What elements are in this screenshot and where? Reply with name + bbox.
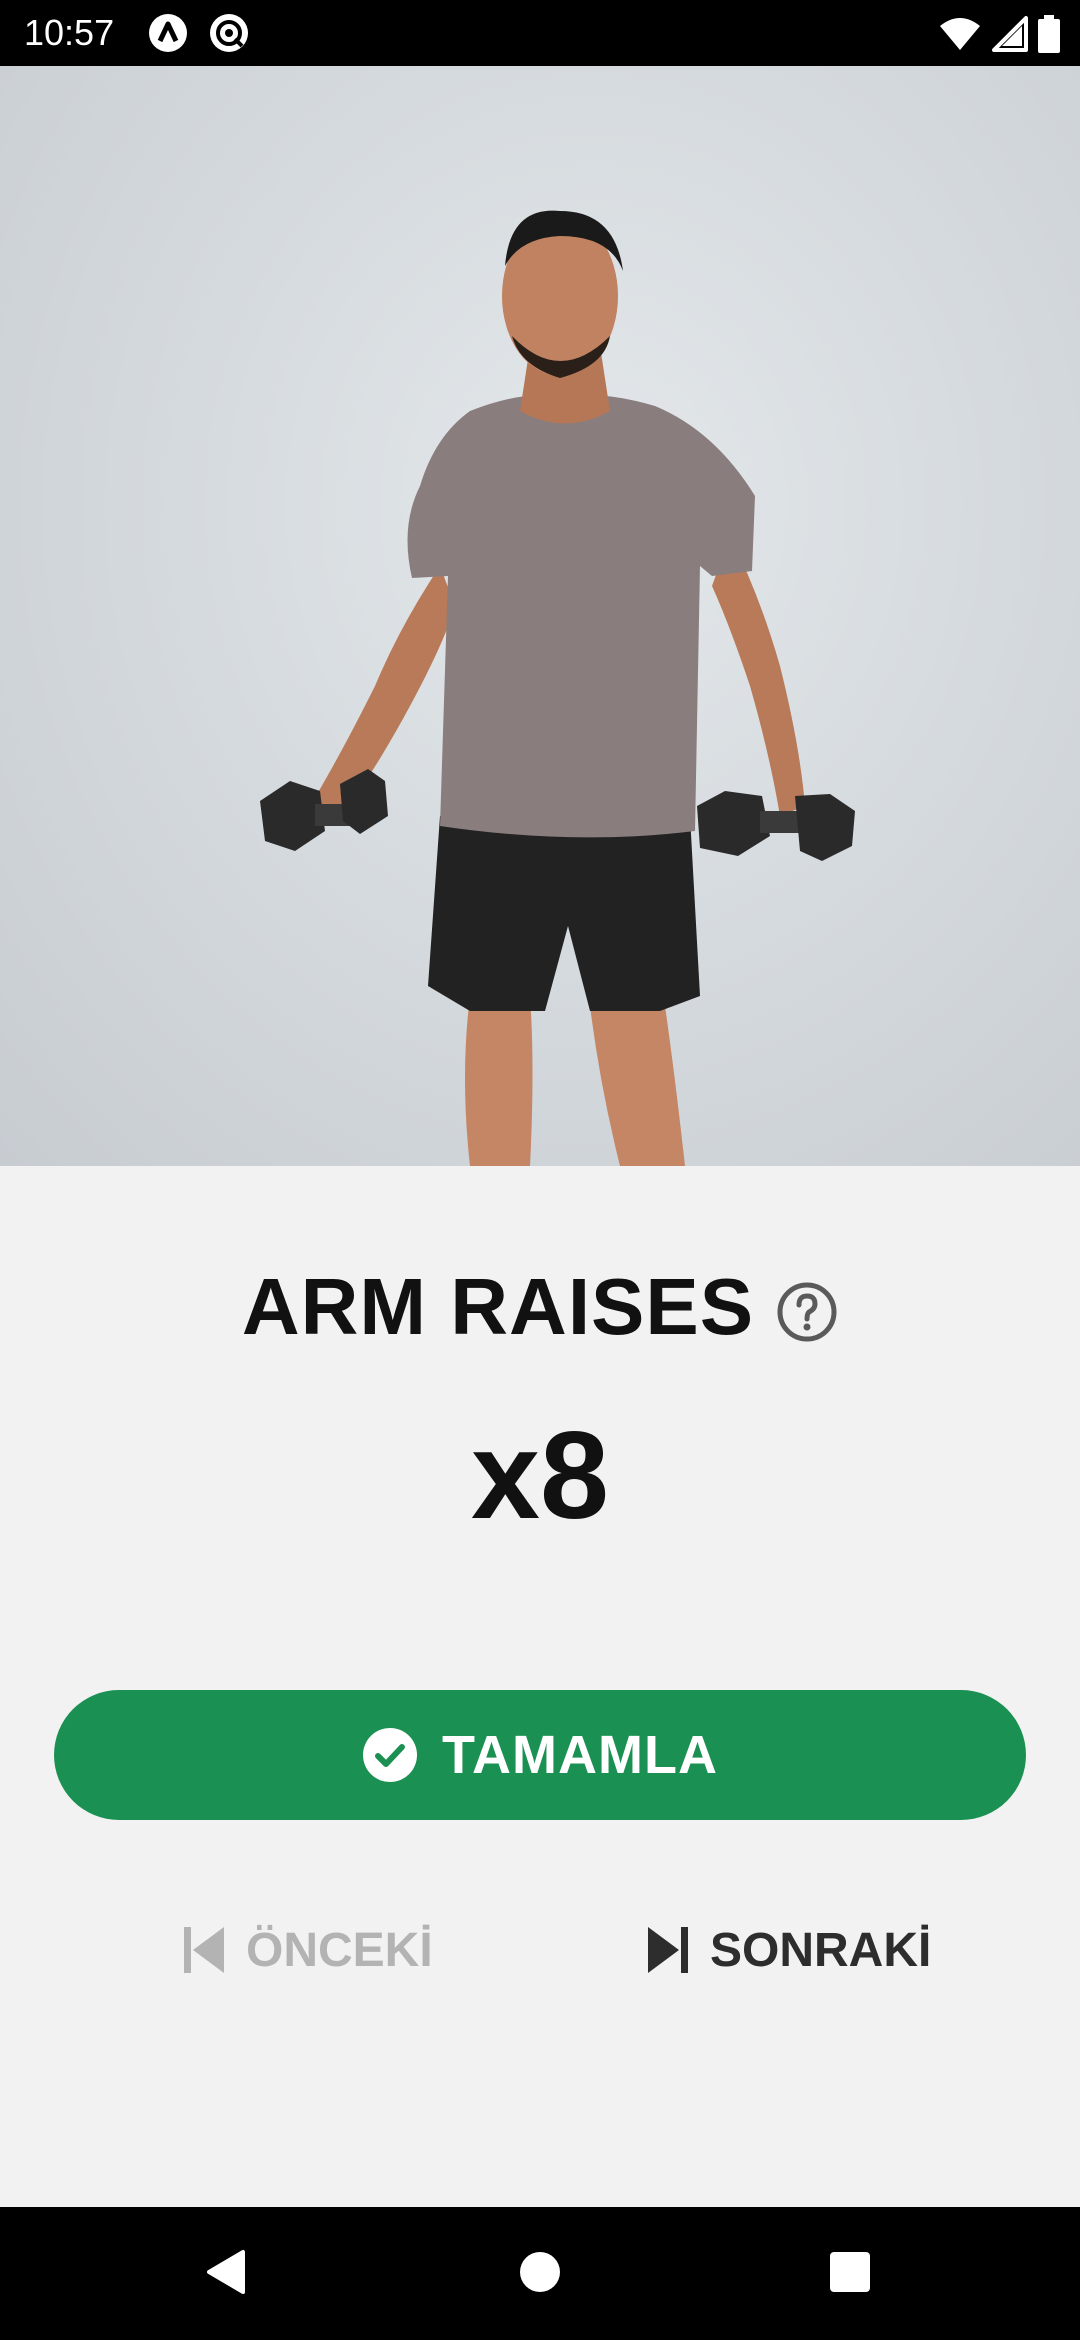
- complete-button[interactable]: TAMAMLA: [54, 1690, 1026, 1820]
- exercise-name: ARM RAISES: [241, 1262, 755, 1351]
- previous-button-label: ÖNCEKİ: [246, 1923, 433, 1977]
- back-button[interactable]: [190, 2237, 260, 2307]
- help-icon[interactable]: [776, 1281, 838, 1343]
- back-triangle-icon: [207, 2250, 245, 2294]
- home-circle-icon: [520, 2252, 560, 2292]
- exercise-title-row: ARM RAISES: [0, 1262, 1080, 1352]
- wifi-icon: [940, 18, 980, 50]
- system-navigation-bar: [0, 2207, 1080, 2340]
- skip-next-icon: [648, 1927, 688, 1973]
- skip-previous-icon: [184, 1927, 224, 1973]
- exercise-image: [0, 66, 1080, 1166]
- home-button[interactable]: [505, 2237, 575, 2307]
- next-button[interactable]: SONRAKİ: [648, 1915, 931, 1985]
- previous-button[interactable]: ÖNCEKİ: [184, 1915, 433, 1985]
- status-time: 10:57: [24, 12, 115, 53]
- exercise-reps: x8: [471, 1407, 609, 1545]
- recents-square-icon: [830, 2252, 870, 2292]
- autonomous-a-icon: [149, 14, 187, 52]
- status-bar: 10:57: [0, 0, 1080, 66]
- battery-icon: [1038, 15, 1060, 53]
- next-button-label: SONRAKİ: [710, 1923, 932, 1977]
- at-sign-icon: [210, 14, 248, 52]
- complete-button-label: TAMAMLA: [442, 1725, 718, 1785]
- signal-icon: [992, 16, 1028, 52]
- recents-button[interactable]: [815, 2237, 885, 2307]
- check-circle-icon: [363, 1728, 418, 1782]
